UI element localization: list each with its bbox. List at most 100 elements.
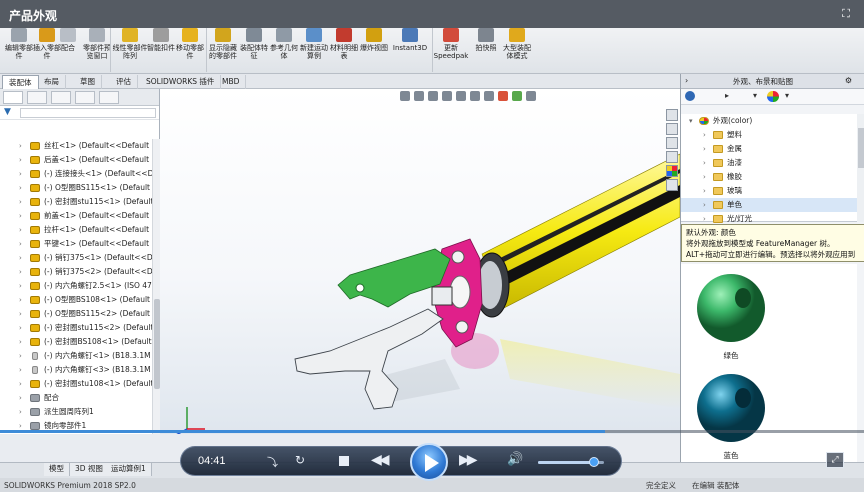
- expand-chevron-icon[interactable]: ›: [19, 391, 22, 405]
- tab-assembly[interactable]: 装配体: [2, 75, 39, 89]
- expand-chevron-icon[interactable]: ›: [703, 128, 706, 142]
- expand-chevron-icon[interactable]: ▾: [689, 114, 693, 128]
- tree-item[interactable]: › (-) O型圈BS108<1> (Default: [0, 293, 152, 307]
- expand-chevron-icon[interactable]: ›: [703, 142, 706, 156]
- maximize-icon[interactable]: ⛶: [838, 6, 854, 22]
- reference-geometry-button[interactable]: 参考几何体: [268, 28, 300, 72]
- expand-chevron-icon[interactable]: ›: [19, 223, 22, 237]
- tree-item[interactable]: › (-) 销钉375<1> (Default<<D: [0, 251, 152, 265]
- exploded-view-button[interactable]: 爆炸视图: [358, 28, 390, 72]
- swatch-green[interactable]: 绿色: [695, 272, 767, 361]
- tree-item[interactable]: › 后盖<1> (Default<<Default: [0, 153, 152, 167]
- tree-item[interactable]: › (-) O型圈BS115<1> (Default: [0, 181, 152, 195]
- expand-chevron-icon[interactable]: ›: [703, 198, 706, 212]
- show-hidden-button[interactable]: 显示隐藏的零部件: [207, 28, 239, 72]
- forward-icon[interactable]: ▸: [725, 91, 729, 100]
- tree-item[interactable]: › 丝杠<1> (Default<<Default: [0, 139, 152, 153]
- component-preview-button[interactable]: 零部件预览窗口: [80, 28, 114, 72]
- tree-item[interactable]: › 派生圆周阵列1: [0, 405, 152, 419]
- large-assembly-button[interactable]: 大型装配体模式: [500, 28, 534, 72]
- expand-chevron-icon[interactable]: ›: [19, 251, 22, 265]
- tab-evaluate[interactable]: 评估: [110, 75, 138, 89]
- appearance-folder[interactable]: › 塑料: [681, 128, 857, 142]
- options-icon[interactable]: ⚙: [845, 76, 852, 85]
- tree-item[interactable]: › (-) 密封圈stu115<1> (Default: [0, 195, 152, 209]
- tree-item[interactable]: › 拉杆<1> (Default<<Default: [0, 223, 152, 237]
- tree-item[interactable]: › (-) 密封圈stu115<2> (Default: [0, 321, 152, 335]
- instant3d-button[interactable]: Instant3D: [390, 28, 430, 72]
- assembly-features-button[interactable]: 装配体特征: [238, 28, 270, 72]
- update-speedpak-button[interactable]: 更新Speedpak: [432, 28, 470, 72]
- feature-tree-tab-icon[interactable]: [3, 91, 23, 104]
- appearances-tab-icon[interactable]: [666, 165, 678, 177]
- expand-chevron-icon[interactable]: ›: [19, 237, 22, 251]
- back-icon[interactable]: [685, 91, 695, 101]
- stop-icon[interactable]: [339, 456, 349, 466]
- bom-button[interactable]: 材料明细表: [328, 28, 360, 72]
- expand-chevron-icon[interactable]: ›: [19, 349, 22, 363]
- expand-chevron-icon[interactable]: ›: [703, 170, 706, 184]
- file-explorer-icon[interactable]: [666, 151, 678, 163]
- expand-chevron-icon[interactable]: ›: [19, 209, 22, 223]
- filter-input[interactable]: [20, 108, 156, 118]
- home-icon[interactable]: [666, 109, 678, 121]
- refresh-icon[interactable]: ↻: [295, 453, 305, 467]
- appearance-folder[interactable]: › 单色: [681, 198, 857, 212]
- expand-chevron-icon[interactable]: ›: [19, 335, 22, 349]
- tree-item[interactable]: › (-) 内六角螺钉2.5<1> (ISO 47: [0, 279, 152, 293]
- expand-chevron-icon[interactable]: ›: [19, 377, 22, 391]
- smart-fastener-button[interactable]: 智能扣件: [146, 28, 176, 72]
- expand-chevron-icon[interactable]: ›: [19, 293, 22, 307]
- tree-item[interactable]: › (-) 内六角螺钉<1> (B18.3.1M: [0, 349, 152, 363]
- new-motion-study-button[interactable]: 新建运动算例: [298, 28, 330, 72]
- dropdown-icon[interactable]: ▾: [753, 91, 757, 100]
- expand-chevron-icon[interactable]: ›: [19, 181, 22, 195]
- expand-chevron-icon[interactable]: ›: [19, 139, 22, 153]
- tree-filter[interactable]: ▼: [0, 106, 159, 120]
- play-button[interactable]: [410, 443, 448, 481]
- expand-chevron-icon[interactable]: ›: [19, 321, 22, 335]
- expand-chevron-icon[interactable]: ›: [19, 167, 22, 181]
- move-component-button[interactable]: 移动零部件: [174, 28, 206, 72]
- custom-properties-icon[interactable]: [666, 179, 678, 191]
- linear-pattern-button[interactable]: 线性零部件阵列: [112, 28, 148, 72]
- expand-chevron-icon[interactable]: ›: [19, 265, 22, 279]
- volume-slider[interactable]: [538, 457, 604, 467]
- pin-icon[interactable]: ›: [685, 76, 688, 85]
- expand-chevron-icon[interactable]: ›: [19, 363, 22, 377]
- tree-item[interactable]: › 前盖<1> (Default<<Default: [0, 209, 152, 223]
- volume-knob[interactable]: [589, 457, 600, 467]
- appearance-folder[interactable]: › 油漆: [681, 156, 857, 170]
- graphics-viewport[interactable]: [160, 89, 680, 434]
- filter-icon[interactable]: ▼: [4, 107, 11, 117]
- expand-chevron-icon[interactable]: ›: [19, 307, 22, 321]
- tab-sketch[interactable]: 草图: [74, 75, 102, 89]
- appearance-folder[interactable]: › 橡胶: [681, 170, 857, 184]
- tree-item[interactable]: › (-) 销钉375<2> (Default<<D: [0, 265, 152, 279]
- appearance-folder[interactable]: › 金属: [681, 142, 857, 156]
- rewind-icon[interactable]: ◀◀: [371, 452, 389, 468]
- design-library-icon[interactable]: [666, 137, 678, 149]
- scrollbar-thumb[interactable]: [858, 128, 864, 168]
- config-manager-tab-icon[interactable]: [51, 91, 71, 104]
- expand-chevron-icon[interactable]: ›: [703, 156, 706, 170]
- appearance-tree-scrollbar[interactable]: [857, 114, 864, 222]
- expand-chevron-icon[interactable]: ›: [19, 195, 22, 209]
- tab-addins[interactable]: SOLIDWORKS 插件: [140, 75, 222, 89]
- tab-layout[interactable]: 布局: [38, 75, 66, 89]
- display-manager-tab-icon[interactable]: [99, 91, 119, 104]
- dropdown-icon[interactable]: ▾: [785, 91, 789, 100]
- dimxpert-tab-icon[interactable]: [75, 91, 95, 104]
- expand-chevron-icon[interactable]: ›: [703, 184, 706, 198]
- tab-mbd[interactable]: MBD: [216, 75, 247, 89]
- tree-item[interactable]: › (-) 内六角螺钉<3> (B18.3.1M: [0, 363, 152, 377]
- appearance-folder[interactable]: ▾ 外观(color): [681, 114, 857, 128]
- tree-scrollbar[interactable]: [152, 139, 160, 434]
- tree-item[interactable]: › (-) 密封圈BS108<1> (Default: [0, 335, 152, 349]
- tree-item[interactable]: › (-) 连接接头<1> (Default<<De: [0, 167, 152, 181]
- fullscreen-icon[interactable]: ⤢: [826, 452, 844, 468]
- resources-icon[interactable]: [666, 123, 678, 135]
- mate-button[interactable]: 配合: [54, 28, 82, 72]
- video-progress-bar[interactable]: [0, 430, 864, 433]
- expand-chevron-icon[interactable]: ›: [19, 405, 22, 419]
